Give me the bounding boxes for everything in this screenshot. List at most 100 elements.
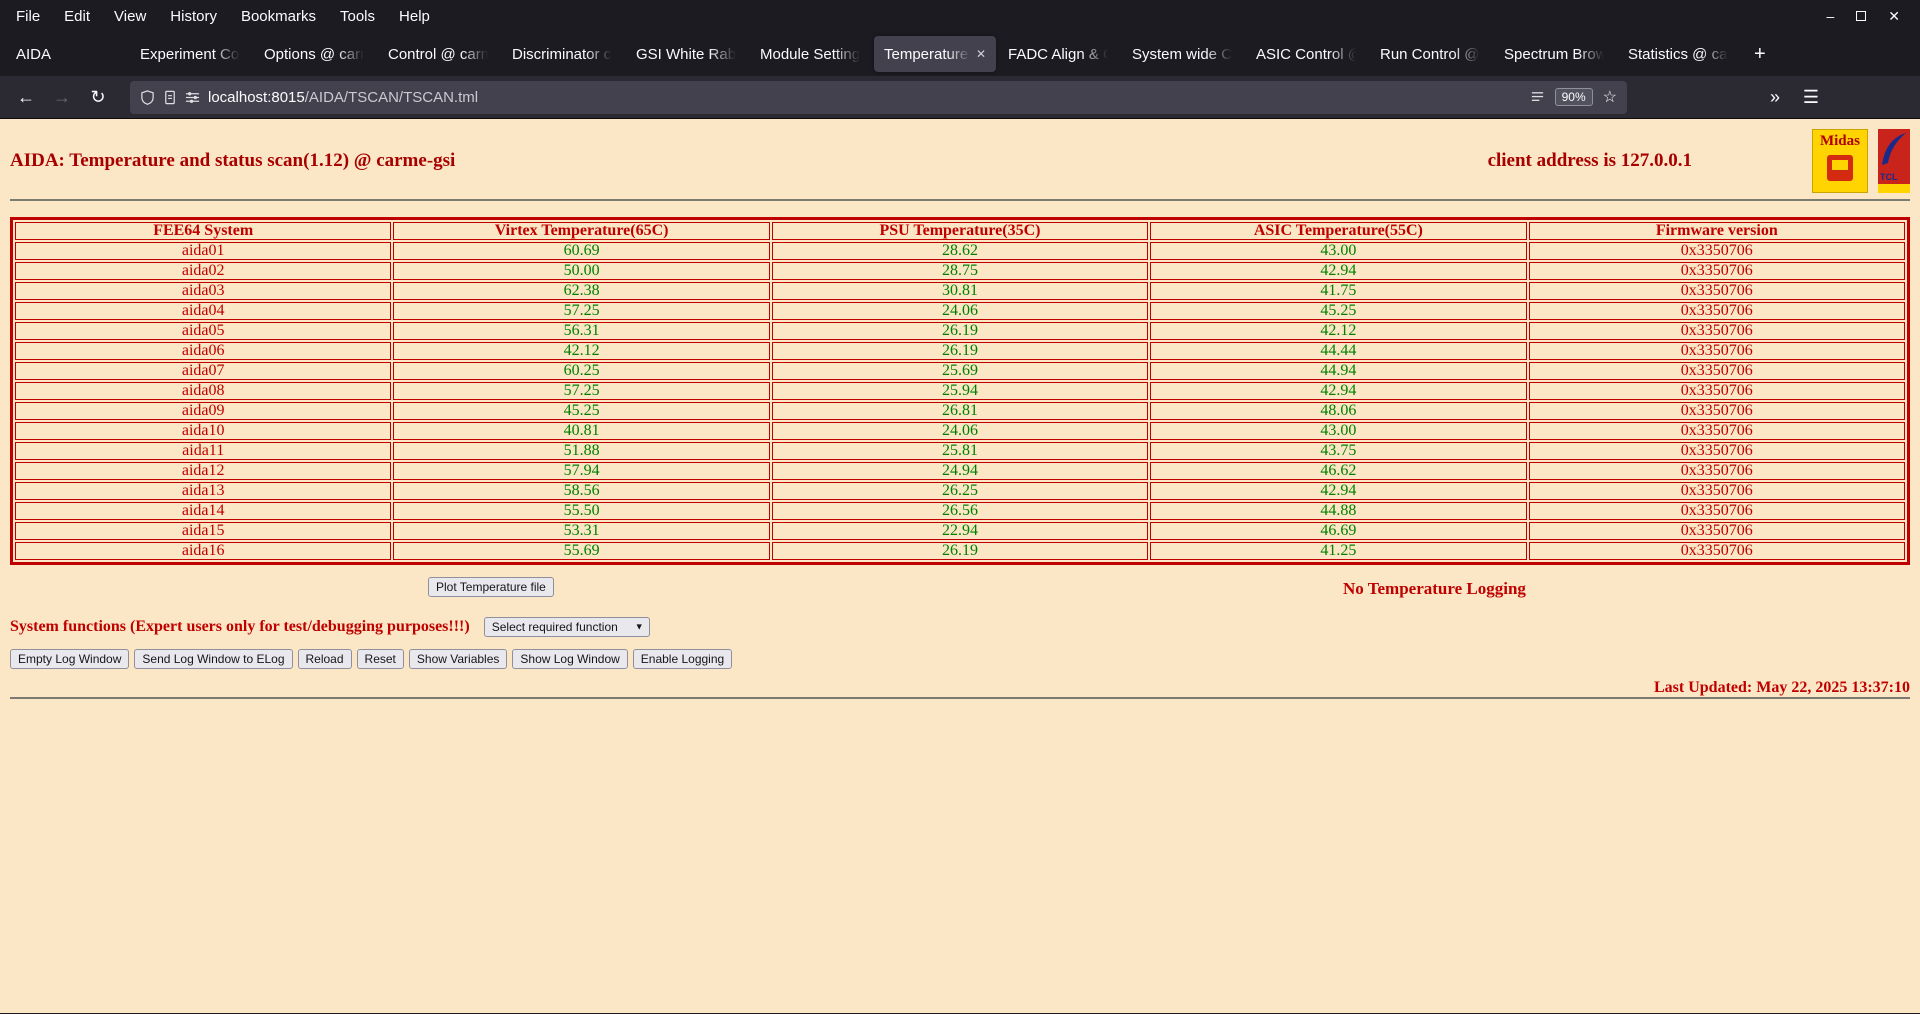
tab-label: Experiment Con: [140, 46, 242, 63]
cell-firmware-version: 0x3350706: [1529, 402, 1905, 420]
tab-asic-control[interactable]: ASIC Control @: [1246, 36, 1368, 72]
tab-run-control[interactable]: Run Control @: [1370, 36, 1492, 72]
tracking-protection-shield-icon[interactable]: [140, 90, 155, 105]
logos: Midas TCL: [1812, 129, 1910, 193]
column-header-firmware-version: Firmware version: [1529, 222, 1905, 240]
back-button[interactable]: ←: [10, 81, 42, 113]
menu-help[interactable]: Help: [387, 8, 442, 25]
tab-temperature[interactable]: Temperature ✕: [874, 36, 996, 72]
tab-fadc-align-c[interactable]: FADC Align & C: [998, 36, 1120, 72]
table-row: aida1655.6926.1941.250x3350706: [15, 542, 1905, 560]
cell-firmware-version: 0x3350706: [1529, 362, 1905, 380]
cell-psu-temperature: 26.19: [772, 542, 1148, 560]
tab-gsi-white-rabb[interactable]: GSI White Rabb: [626, 36, 748, 72]
cell-asic-temperature: 41.25: [1150, 542, 1526, 560]
cell-asic-temperature: 43.00: [1150, 242, 1526, 260]
tab-label: Options @ carm: [264, 46, 366, 63]
column-header-asic-temperature-55c: ASIC Temperature(55C): [1150, 222, 1526, 240]
tab-module-setting[interactable]: Module Setting: [750, 36, 872, 72]
table-row: aida1358.5626.2542.940x3350706: [15, 482, 1905, 500]
menu-tools[interactable]: Tools: [328, 8, 387, 25]
cell-system: aida14: [15, 502, 391, 520]
app-menu-button[interactable]: ☰: [1795, 81, 1827, 113]
cell-psu-temperature: 24.94: [772, 462, 1148, 480]
tab-options-carm[interactable]: Options @ carm: [254, 36, 376, 72]
cell-firmware-version: 0x3350706: [1529, 542, 1905, 560]
tab-label: FADC Align & C: [1008, 46, 1110, 63]
header-divider: [10, 199, 1910, 201]
function-select-wrap: Select required function ▼: [484, 617, 650, 637]
zoom-level-badge[interactable]: 90%: [1555, 88, 1593, 106]
temperature-table: FEE64 SystemVirtex Temperature(65C)PSU T…: [10, 217, 1910, 565]
show-log-window-button[interactable]: Show Log Window: [512, 649, 627, 669]
menu-file[interactable]: File: [4, 8, 52, 25]
reload-button[interactable]: Reload: [298, 649, 352, 669]
tab-statistics-car[interactable]: Statistics @ car: [1618, 36, 1740, 72]
midas-logo[interactable]: Midas: [1812, 129, 1868, 193]
cell-system: aida13: [15, 482, 391, 500]
tab-discriminator-c[interactable]: Discriminator c: [502, 36, 624, 72]
tcl-logo-band: [1878, 184, 1910, 193]
send-log-window-to-elog-button[interactable]: Send Log Window to ELog: [134, 649, 292, 669]
cell-system: aida16: [15, 542, 391, 560]
cell-asic-temperature: 48.06: [1150, 402, 1526, 420]
menu-view[interactable]: View: [102, 8, 158, 25]
tcl-logo[interactable]: TCL: [1878, 129, 1910, 193]
forward-button[interactable]: →: [46, 81, 78, 113]
menu-history[interactable]: History: [158, 8, 229, 25]
cell-asic-temperature: 43.75: [1150, 442, 1526, 460]
cell-firmware-version: 0x3350706: [1529, 382, 1905, 400]
url-bar[interactable]: localhost:8015/AIDA/TSCAN/TSCAN.tml 90% …: [130, 81, 1627, 114]
tab-spectrum-brow[interactable]: Spectrum Brow: [1494, 36, 1616, 72]
minimize-button[interactable]: –: [1826, 9, 1834, 23]
logging-status: No Temperature Logging: [1343, 579, 1526, 599]
cell-virtex-temperature: 57.94: [393, 462, 769, 480]
cell-virtex-temperature: 53.31: [393, 522, 769, 540]
new-tab-button[interactable]: +: [1742, 43, 1778, 66]
close-button[interactable]: ✕: [1888, 9, 1900, 23]
reset-button[interactable]: Reset: [357, 649, 404, 669]
url-host: localhost:8015: [208, 89, 305, 106]
empty-log-window-button[interactable]: Empty Log Window: [10, 649, 129, 669]
url-path: /AIDA/TSCAN/TSCAN.tml: [305, 89, 478, 106]
bookmark-star-icon[interactable]: ☆: [1603, 87, 1617, 107]
tab-aida[interactable]: AIDA: [6, 36, 128, 72]
show-variables-button[interactable]: Show Variables: [409, 649, 508, 669]
tab-label: Discriminator c: [512, 46, 614, 63]
menu-edit[interactable]: Edit: [52, 8, 102, 25]
browser-window: FileEditViewHistoryBookmarksToolsHelp – …: [0, 0, 1920, 1013]
cell-asic-temperature: 43.00: [1150, 422, 1526, 440]
column-header-fee64-system: FEE64 System: [15, 222, 391, 240]
tab-label: Temperature: [884, 46, 972, 63]
cell-asic-temperature: 46.69: [1150, 522, 1526, 540]
reader-mode-icon[interactable]: [1530, 90, 1545, 105]
enable-logging-button[interactable]: Enable Logging: [633, 649, 732, 669]
function-select[interactable]: Select required function: [484, 617, 650, 637]
tab-close-icon[interactable]: ✕: [976, 47, 986, 61]
page-info-icon[interactable]: [163, 90, 177, 105]
menu-bookmarks[interactable]: Bookmarks: [229, 8, 328, 25]
maximize-button[interactable]: [1856, 9, 1866, 23]
tab-system-wide-ch[interactable]: System wide Ch: [1122, 36, 1244, 72]
reload-button[interactable]: ↻: [82, 81, 114, 113]
tab-label: Statistics @ car: [1628, 46, 1730, 63]
cell-asic-temperature: 45.25: [1150, 302, 1526, 320]
cell-asic-temperature: 44.94: [1150, 362, 1526, 380]
plot-temperature-button[interactable]: Plot Temperature file: [428, 577, 554, 597]
cell-system: aida12: [15, 462, 391, 480]
bottom-divider: [10, 697, 1910, 699]
cell-firmware-version: 0x3350706: [1529, 302, 1905, 320]
cell-firmware-version: 0x3350706: [1529, 342, 1905, 360]
cell-asic-temperature: 42.12: [1150, 322, 1526, 340]
tab-label: Run Control @: [1380, 46, 1482, 63]
cell-system: aida11: [15, 442, 391, 460]
cell-asic-temperature: 44.44: [1150, 342, 1526, 360]
table-row: aida0945.2526.8148.060x3350706: [15, 402, 1905, 420]
tab-experiment-con[interactable]: Experiment Con: [130, 36, 252, 72]
table-row: aida0857.2525.9442.940x3350706: [15, 382, 1905, 400]
overflow-menu-button[interactable]: »: [1759, 81, 1791, 113]
menu-bar: FileEditViewHistoryBookmarksToolsHelp – …: [0, 0, 1920, 32]
table-row: aida0760.2525.6944.940x3350706: [15, 362, 1905, 380]
permissions-icon[interactable]: [185, 90, 200, 105]
tab-control-carm[interactable]: Control @ carm: [378, 36, 500, 72]
